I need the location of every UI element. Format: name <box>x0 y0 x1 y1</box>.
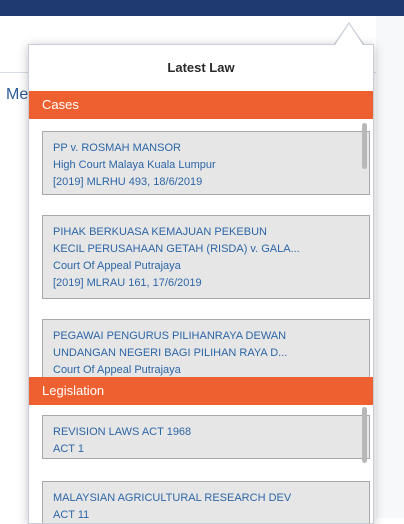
case-title: PEGAWAI PENGURUS PILIHANRAYA DEWAN <box>53 330 287 342</box>
cases-section-header: Cases <box>29 91 373 119</box>
case-title: PP v. ROSMAH MANSOR <box>53 142 181 154</box>
popover-arrow-fill <box>335 24 363 45</box>
legislation-section-header: Legislation <box>29 377 373 405</box>
cases-list[interactable]: PP v. ROSMAH MANSOR High Court Malaya Ku… <box>29 119 373 377</box>
case-title: PIHAK BERKUASA KEMAJUAN PEKEBUN <box>53 226 267 238</box>
case-item[interactable]: PP v. ROSMAH MANSOR High Court Malaya Ku… <box>42 131 370 195</box>
case-citation: [2019] MLRAU 161, 17/6/2019 <box>53 277 202 289</box>
legislation-act: ACT 11 <box>53 509 90 521</box>
case-item[interactable]: PEGAWAI PENGURUS PILIHANRAYA DEWAN UNDAN… <box>42 319 370 377</box>
legislation-title: REVISION LAWS ACT 1968 <box>53 426 192 438</box>
case-title: KECIL PERUSAHAAN GETAH (RISDA) v. GALA..… <box>53 243 300 255</box>
case-title: UNDANGAN NEGERI BAGI PILIHAN RAYA D... <box>53 347 288 359</box>
case-court: Court Of Appeal Putrajaya <box>53 260 181 272</box>
latest-law-popover: Latest Law Cases PP v. ROSMAH MANSOR Hig… <box>28 44 374 524</box>
background-panel <box>376 16 404 518</box>
case-citation: [2019] MLRHU 493, 18/6/2019 <box>53 176 203 188</box>
app-top-bar <box>0 0 404 16</box>
legislation-title: MALAYSIAN AGRICULTURAL RESEARCH DEV <box>53 492 292 504</box>
background-menu-label[interactable]: Me <box>6 86 28 104</box>
legislation-item[interactable]: REVISION LAWS ACT 1968 ACT 1 <box>42 415 370 459</box>
cases-scrollbar[interactable] <box>362 123 367 169</box>
popover-title: Latest Law <box>167 60 235 75</box>
case-court: High Court Malaya Kuala Lumpur <box>53 159 216 171</box>
legislation-scrollbar[interactable] <box>362 407 367 463</box>
case-item[interactable]: PIHAK BERKUASA KEMAJUAN PEKEBUN KECIL PE… <box>42 215 370 299</box>
legislation-list[interactable]: REVISION LAWS ACT 1968 ACT 1 MALAYSIAN A… <box>29 405 373 523</box>
case-court: Court Of Appeal Putrajaya <box>53 364 181 376</box>
legislation-act: ACT 1 <box>53 443 84 455</box>
